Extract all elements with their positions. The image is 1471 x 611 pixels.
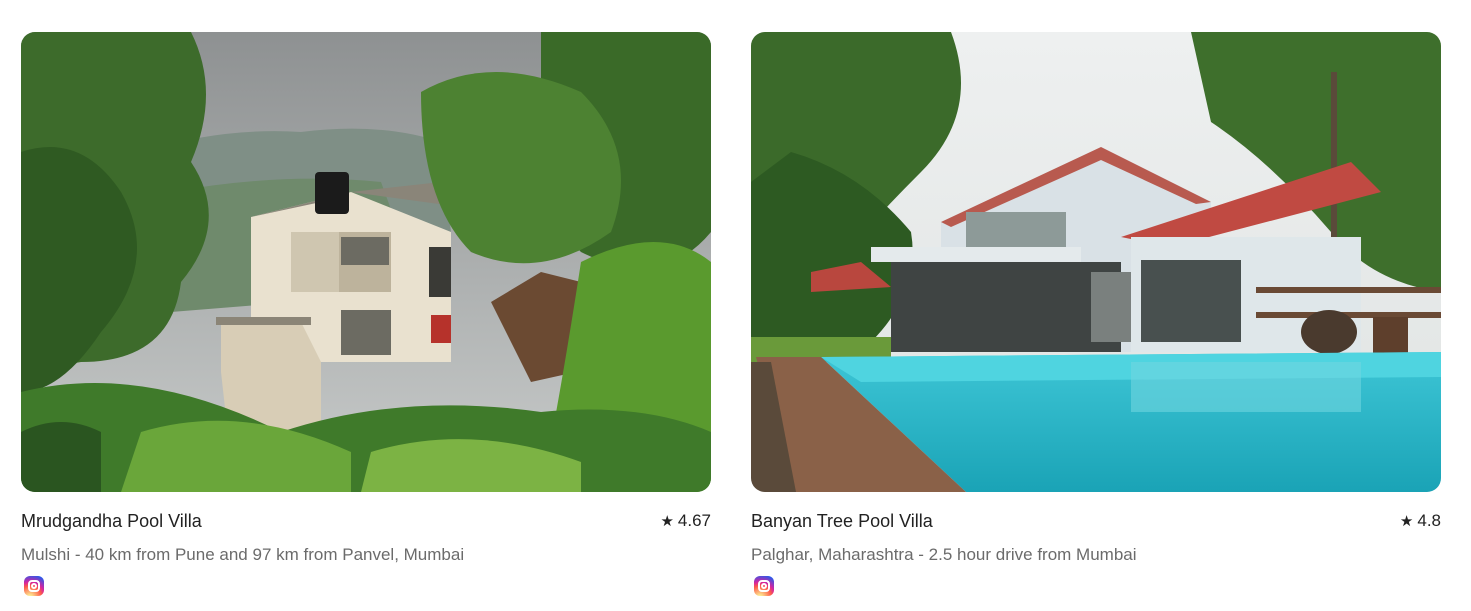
listing-card[interactable]: Banyan Tree Pool Villa ★ 4.8 Palghar, Mah… xyxy=(751,32,1441,596)
listing-title[interactable]: Mrudgandha Pool Villa xyxy=(21,511,202,532)
listing-location: Mulshi - 40 km from Pune and 97 km from … xyxy=(21,545,465,564)
listing-card[interactable]: Mrudgandha Pool Villa ★ 4.67 Mulshi - 40 … xyxy=(21,32,711,596)
villa-hillside-photo xyxy=(21,32,711,492)
listing-rating: ★ 4.8 xyxy=(1400,511,1441,531)
listing-photo[interactable] xyxy=(751,32,1441,492)
star-icon: ★ xyxy=(1399,513,1414,530)
instagram-icon[interactable] xyxy=(754,576,774,596)
listing-photo[interactable] xyxy=(21,32,711,492)
instagram-icon[interactable] xyxy=(24,576,44,596)
listing-title[interactable]: Banyan Tree Pool Villa xyxy=(751,511,933,532)
star-icon: ★ xyxy=(660,513,674,530)
rating-value: 4.67 xyxy=(677,511,711,530)
listing-rating: ★ 4.67 xyxy=(660,511,711,531)
rating-value: 4.8 xyxy=(1417,511,1441,530)
villa-pool-photo xyxy=(751,32,1441,492)
listing-location: Palghar, Maharashtra - 2.5 hour drive fr… xyxy=(751,545,1137,564)
